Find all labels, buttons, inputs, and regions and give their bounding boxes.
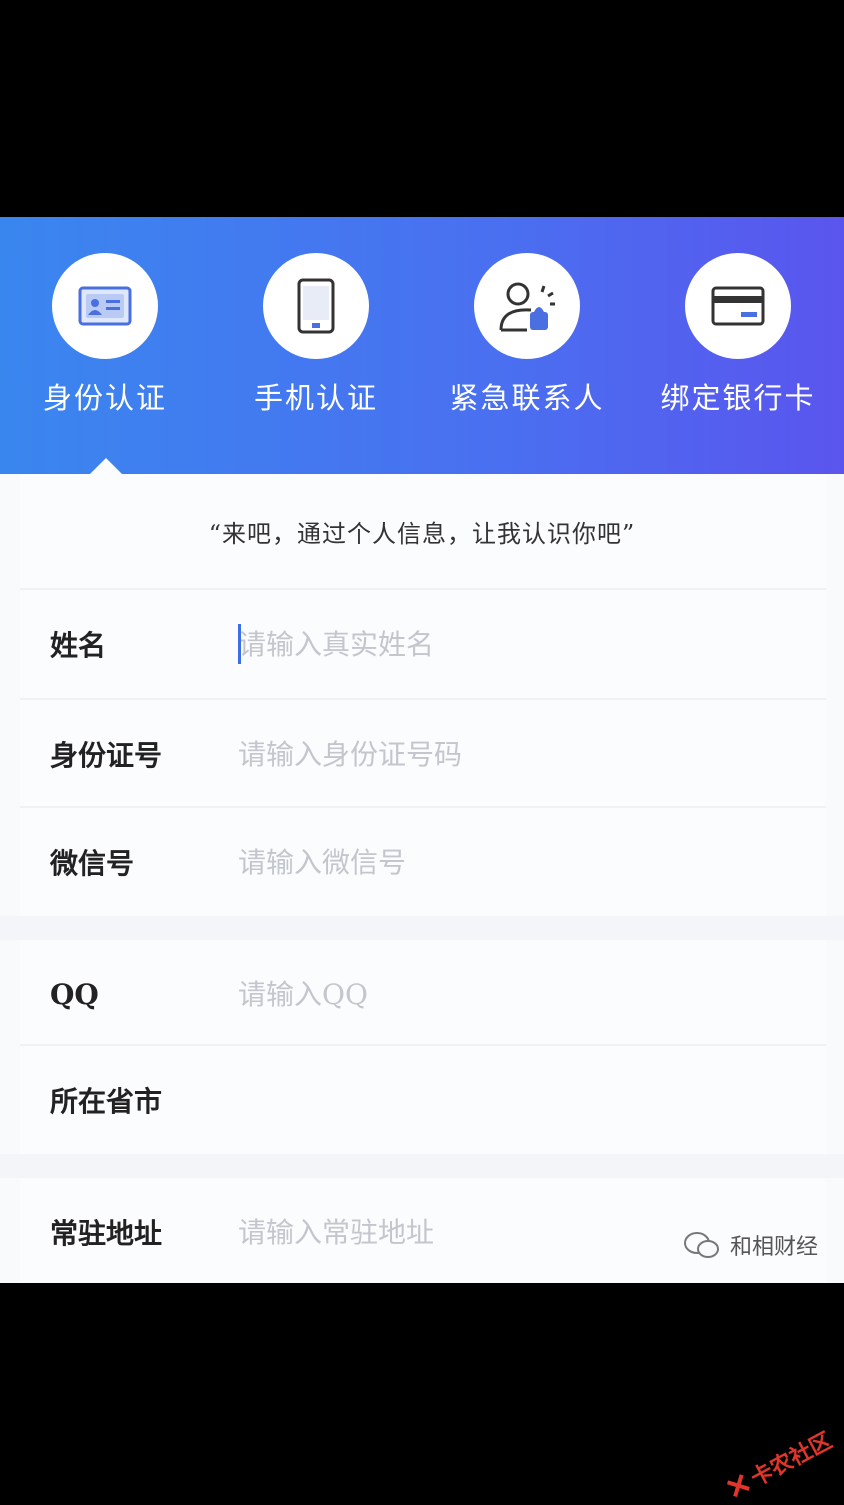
qq-row: QQ [20, 940, 826, 1048]
verification-steps-header: 身份认证 手机认证 紧急联系人 绑定银行卡 [0, 217, 844, 475]
wechat-logo-icon [683, 1232, 719, 1258]
step-identity-label: 身份认证 [42, 381, 167, 415]
watermark: 和相财经 [682, 1229, 818, 1261]
watermark-text: 和相财经 [729, 1235, 818, 1260]
contact-person-icon [499, 282, 555, 332]
step-phone-label: 手机认证 [253, 381, 378, 415]
step-emergency-contact[interactable]: 紧急联系人 [427, 253, 627, 417]
step-identity[interactable]: 身份认证 [5, 253, 205, 417]
active-step-pointer [89, 458, 123, 475]
step-phone-circle [263, 253, 369, 359]
intro-quote: “来吧，通过个人信息，让我认识你吧” [208, 520, 636, 548]
screen: 身份认证 手机认证 紧急联系人 绑定银行卡 “来吧，通过个人信息，让我认识你吧”… [0, 217, 844, 1283]
name-label: 姓名 [50, 629, 107, 662]
step-emergency-contact-label: 紧急联系人 [449, 381, 605, 415]
province-city-row[interactable]: 所在省市 [20, 1046, 826, 1154]
wechat-row: 微信号 [20, 808, 826, 916]
address-label: 常驻地址 [50, 1217, 163, 1250]
id-number-row: 身份证号 [20, 700, 826, 808]
id-number-label: 身份证号 [50, 739, 163, 772]
name-input[interactable] [238, 627, 826, 661]
section-gap [0, 916, 844, 940]
step-emergency-contact-circle [474, 253, 580, 359]
bank-card-icon [711, 286, 765, 326]
province-city-label: 所在省市 [50, 1085, 163, 1118]
qq-label: QQ [50, 977, 99, 1011]
text-cursor [238, 624, 241, 664]
wechat-input[interactable] [238, 845, 826, 879]
qq-input[interactable] [238, 977, 826, 1011]
step-bank-card-circle [685, 253, 791, 359]
step-bank-card-label: 绑定银行卡 [660, 381, 816, 415]
wechat-label: 微信号 [50, 847, 135, 880]
phone-icon [297, 278, 335, 334]
id-card-icon [78, 286, 132, 326]
corner-logo-icon [726, 1474, 750, 1498]
corner-watermark-text: 卡农社区 [746, 1428, 837, 1492]
id-number-input[interactable] [238, 737, 826, 771]
corner-watermark: 卡农社区 [721, 1423, 837, 1505]
step-bank-card[interactable]: 绑定银行卡 [638, 253, 838, 417]
step-identity-circle [52, 253, 158, 359]
section-gap [0, 1154, 844, 1178]
name-row: 姓名 [20, 590, 826, 698]
step-phone[interactable]: 手机认证 [216, 253, 416, 417]
